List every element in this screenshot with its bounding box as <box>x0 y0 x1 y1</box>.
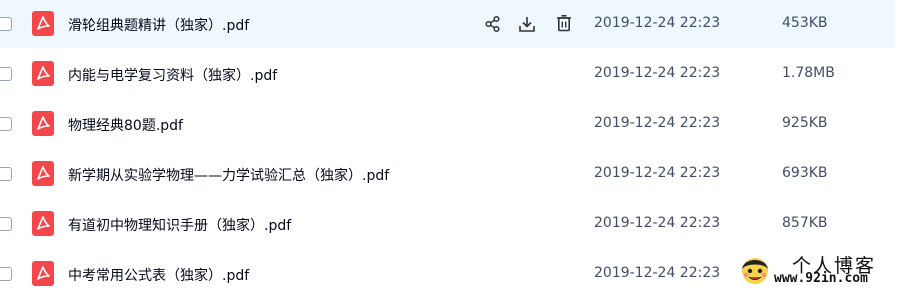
pdf-file-icon <box>32 111 54 136</box>
file-name[interactable]: 滑轮组典题精讲（独家）.pdf <box>68 15 249 35</box>
file-name[interactable]: 中考常用公式表（独家）.pdf <box>68 265 249 285</box>
file-name[interactable]: 新学期从实验学物理——力学试验汇总（独家）.pdf <box>68 165 389 185</box>
row-checkbox[interactable] <box>0 167 12 181</box>
row-checkbox[interactable] <box>0 267 12 281</box>
file-row[interactable]: 物理经典80题.pdf 2019-12-24 22:23 925KB <box>0 98 895 148</box>
file-name[interactable]: 有道初中物理知识手册（独家）.pdf <box>68 215 291 235</box>
file-row[interactable]: 滑轮组典题精讲（独家）.pdf 2019-12-24 22:23 453KB <box>0 0 895 48</box>
file-row[interactable]: 内能与电学复习资料（独家）.pdf 2019-12-24 22:23 1.78M… <box>0 48 895 98</box>
watermark-url: www.92in.com <box>774 271 868 286</box>
file-row[interactable]: 新学期从实验学物理——力学试验汇总（独家）.pdf 2019-12-24 22:… <box>0 148 895 198</box>
file-size: 1.78MB <box>782 65 835 81</box>
file-date: 2019-12-24 22:23 <box>594 65 721 81</box>
file-name[interactable]: 内能与电学复习资料（独家）.pdf <box>68 65 277 85</box>
row-checkbox[interactable] <box>0 67 12 81</box>
pdf-file-icon <box>32 261 54 286</box>
pdf-file-icon <box>32 11 54 36</box>
file-date: 2019-12-24 22:23 <box>594 15 721 31</box>
pdf-file-icon <box>32 61 54 86</box>
row-checkbox[interactable] <box>0 217 12 231</box>
file-size: 453KB <box>782 15 828 31</box>
file-row[interactable]: 有道初中物理知识手册（独家）.pdf 2019-12-24 22:23 857K… <box>0 198 895 248</box>
file-name[interactable]: 物理经典80题.pdf <box>68 115 183 135</box>
file-date: 2019-12-24 22:23 <box>594 265 721 281</box>
file-date: 2019-12-24 22:23 <box>594 165 721 181</box>
file-size: 857KB <box>782 215 828 231</box>
file-size: 925KB <box>782 115 828 131</box>
file-size: 693KB <box>782 165 828 181</box>
row-checkbox[interactable] <box>0 17 12 31</box>
trash-icon[interactable] <box>555 14 573 32</box>
file-date: 2019-12-24 22:23 <box>594 115 721 131</box>
cartoon-face-icon <box>742 258 768 284</box>
pdf-file-icon <box>32 161 54 186</box>
share-icon[interactable] <box>484 15 502 33</box>
download-icon[interactable] <box>518 15 536 33</box>
pdf-file-icon <box>32 211 54 236</box>
row-checkbox[interactable] <box>0 117 12 131</box>
watermark: 个人博客 www.92in.com <box>730 250 914 290</box>
file-date: 2019-12-24 22:23 <box>594 215 721 231</box>
